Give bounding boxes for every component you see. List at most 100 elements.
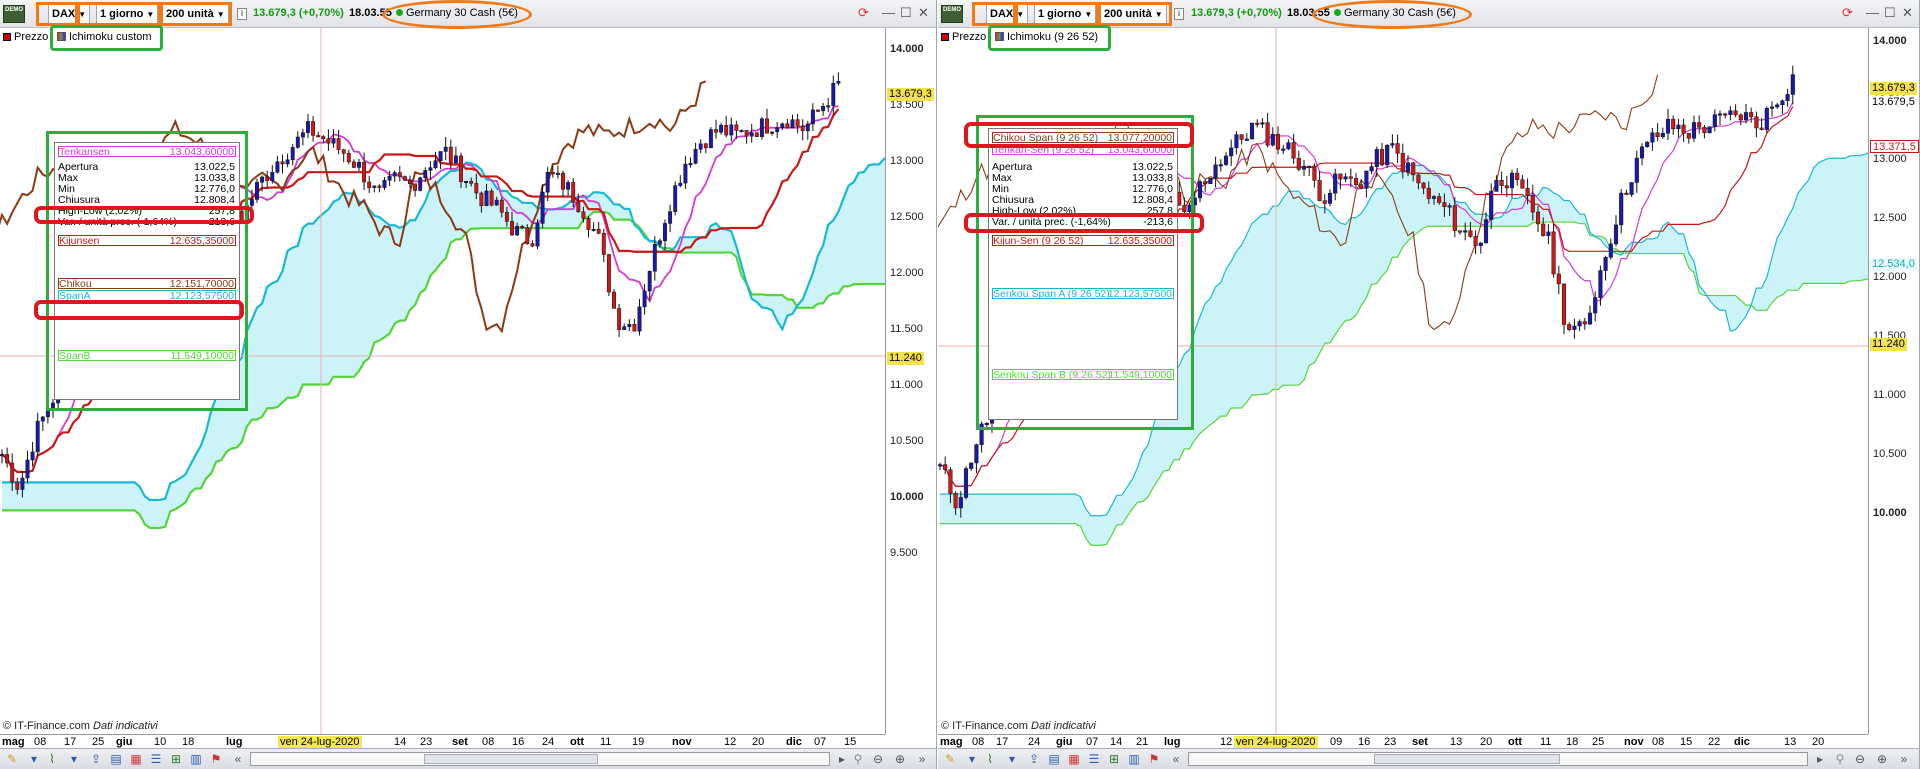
minimize-icon[interactable]: — [1866,6,1879,26]
candle [1197,179,1203,203]
layout-icon[interactable]: ▥ [1126,751,1142,767]
candle [295,131,300,149]
share-icon[interactable]: ⇪ [1026,751,1042,767]
forward-icon[interactable]: » [1896,751,1912,767]
candle-body [1645,141,1650,148]
horizontal-scrollbar[interactable] [250,752,830,766]
tooltip-value: 12.123,57500 [1107,288,1172,300]
instrument-name[interactable]: Germany 30 Cash (5€) [396,4,518,24]
alert-icon[interactable]: ⚑ [1146,751,1162,767]
symbol-dropdown[interactable]: DAX ▼ [48,4,91,24]
close-icon[interactable]: ✕ [918,6,929,26]
candle-body [657,240,662,245]
indicator-icon[interactable]: ⌇ [982,751,998,767]
chevron-down-icon[interactable]: ▾ [964,751,980,767]
candle-body [397,172,402,177]
candle-body [1629,182,1634,195]
instrument-name[interactable]: Germany 30 Cash (5€) [1334,4,1456,24]
candle [1702,124,1707,139]
list-icon[interactable]: ☰ [148,751,164,767]
candle-body [571,182,576,203]
calendar-icon[interactable]: ▦ [1066,751,1082,767]
horizontal-scrollbar[interactable] [1188,752,1808,766]
candle [443,137,448,161]
period-dropdown[interactable]: 1 giorno ▼ [96,4,159,24]
zoom-in-icon[interactable]: ⊕ [1874,751,1890,767]
grid-icon[interactable]: ⊞ [1106,751,1122,767]
close-icon[interactable]: ✕ [1902,6,1913,26]
table-icon[interactable]: ▤ [1046,751,1062,767]
rewind-icon[interactable]: « [1168,751,1184,767]
date-axis[interactable]: mag 08 17 24 giu 07 14 21 lug 12 ven 24-lug-2020 09… [938,734,1868,748]
candle [1307,165,1312,176]
scrollbar-thumb[interactable] [1374,754,1560,764]
sync-icon[interactable]: ⟳ [1842,6,1853,26]
share-icon[interactable]: ⇪ [88,751,104,767]
grid-icon[interactable]: ⊞ [168,751,184,767]
alert-icon[interactable]: ⚑ [208,751,224,767]
pencil-icon[interactable]: ✎ [942,751,958,767]
table-icon[interactable]: ▤ [108,751,124,767]
candle-body [1307,165,1312,168]
calendar-icon[interactable]: ▦ [128,751,144,767]
candle-body [1561,283,1567,325]
candle [382,177,387,190]
candle-body [576,202,581,213]
candle [724,115,729,138]
minimize-icon[interactable]: — [882,6,895,26]
candle-body [1697,122,1702,128]
zoom-out-icon[interactable]: ⊖ [870,751,886,767]
price-axis[interactable]: 14.00013.50013.00012.50012.00011.50011.0… [885,28,936,734]
info-icon[interactable]: i [1174,8,1184,20]
indicator-icon[interactable]: ⌇ [44,751,60,767]
price-axis[interactable]: 14.00013.50013.00012.50012.00011.50011.0… [1868,28,1919,734]
maximize-icon[interactable]: ☐ [1884,6,1896,26]
scrollbar-thumb[interactable] [424,754,598,764]
zoom-fit-icon[interactable]: ⚲ [850,751,866,767]
candle-body [285,159,290,165]
candle [1619,189,1624,234]
candle [698,139,703,154]
candle-body [520,226,525,229]
candle [1660,127,1665,139]
date-tick-label: 14 [1110,736,1123,748]
candle [1587,305,1593,325]
units-dropdown[interactable]: 200 unità ▼ [1100,4,1167,24]
zoom-fit-icon[interactable]: ⚲ [1832,751,1848,767]
info-icon[interactable]: i [237,8,247,20]
date-axis[interactable]: mag 08 17 25 giu 10 18 lug ven 24-lug-2020 14 23 se… [0,734,885,748]
maximize-icon[interactable]: ☐ [900,6,912,26]
candle-body [45,410,50,418]
candle [617,303,622,337]
chevron-down-icon[interactable]: ▾ [1004,751,1020,767]
candle-body [362,162,367,183]
zoom-out-icon[interactable]: ⊖ [1852,751,1868,767]
scroll-right-icon[interactable]: ▸ [834,751,850,767]
chevron-down-icon[interactable]: ▾ [26,751,42,767]
period-dropdown[interactable]: 1 giorno ▼ [1034,4,1097,24]
candle [938,462,943,471]
chevron-down-icon[interactable]: ▾ [66,751,82,767]
units-dropdown[interactable]: 200 unità ▼ [162,4,229,24]
candle-body [545,172,550,193]
candle-body [1385,144,1390,166]
candle [601,228,606,263]
candle-body [300,132,305,138]
candle-body [586,218,591,230]
candle-body [1525,188,1530,196]
zoom-in-icon[interactable]: ⊕ [892,751,908,767]
symbol-dropdown[interactable]: DAX ▼ [986,4,1029,24]
scroll-right-icon[interactable]: ▸ [1812,751,1828,767]
rewind-icon[interactable]: « [230,751,246,767]
pencil-icon[interactable]: ✎ [4,751,20,767]
sync-icon[interactable]: ⟳ [858,6,869,26]
candle-body [1468,230,1473,237]
list-icon[interactable]: ☰ [1086,751,1102,767]
candle-body [40,416,45,422]
forward-icon[interactable]: » [914,751,930,767]
candle [714,119,718,139]
candle-body [459,155,463,182]
candle-body [1431,196,1437,199]
candle-body [1348,176,1353,179]
layout-icon[interactable]: ▥ [188,751,204,767]
